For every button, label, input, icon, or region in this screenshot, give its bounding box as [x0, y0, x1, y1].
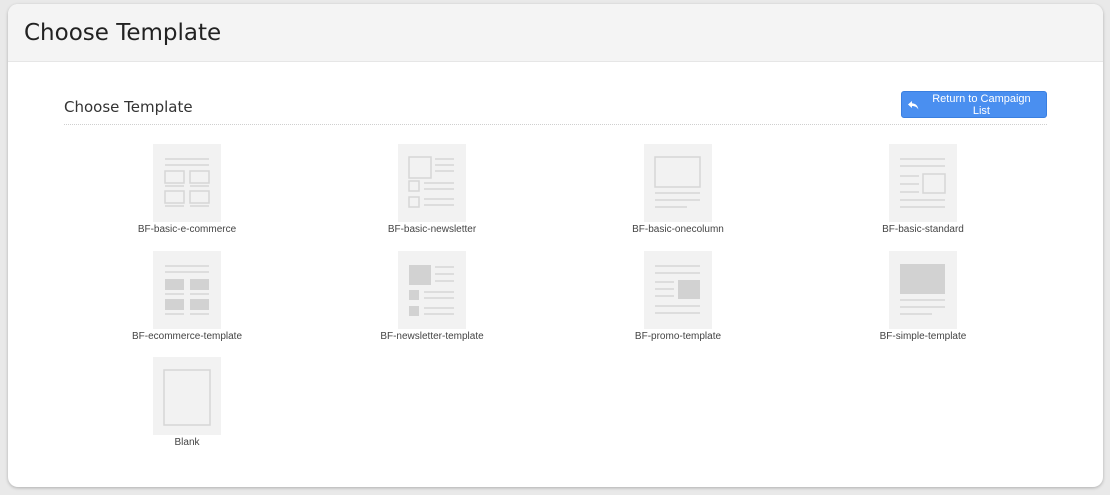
- template-label: BF-basic-e-commerce: [137, 224, 237, 235]
- newsletter-filled-layout-icon: [398, 251, 466, 329]
- template-label: BF-basic-newsletter: [387, 224, 477, 235]
- simple-layout-icon: [889, 251, 957, 329]
- template-label: Blank: [174, 437, 200, 448]
- template-label: BF-basic-standard: [882, 224, 964, 235]
- template-item-bf-basic-e-commerce[interactable]: BF-basic-e-commerce: [87, 144, 287, 235]
- e-commerce-layout-icon: [153, 144, 221, 222]
- template-label: BF-basic-onecolumn: [632, 224, 724, 235]
- template-item-bf-basic-newsletter[interactable]: BF-basic-newsletter: [332, 144, 532, 235]
- onecolumn-layout-icon: [644, 144, 712, 222]
- template-label: BF-newsletter-template: [380, 331, 484, 342]
- template-item-bf-promo-template[interactable]: BF-promo-template: [578, 251, 778, 342]
- newsletter-layout-icon: [398, 144, 466, 222]
- section-divider: [64, 124, 1047, 125]
- template-item-blank[interactable]: Blank: [87, 357, 287, 448]
- template-item-bf-basic-onecolumn[interactable]: BF-basic-onecolumn: [578, 144, 778, 235]
- reply-arrow-icon: [908, 100, 919, 109]
- return-to-campaign-list-button[interactable]: Return to Campaign List: [901, 91, 1047, 118]
- blank-layout-icon: [153, 357, 221, 435]
- template-item-bf-basic-standard[interactable]: BF-basic-standard: [823, 144, 1023, 235]
- template-item-bf-ecommerce-template[interactable]: BF-ecommerce-template: [87, 251, 287, 342]
- template-item-bf-simple-template[interactable]: BF-simple-template: [823, 251, 1023, 342]
- return-button-label: Return to Campaign List: [932, 92, 1031, 117]
- choose-template-card: Choose Template Choose Template Return t…: [8, 4, 1103, 487]
- standard-layout-icon: [889, 144, 957, 222]
- card-header: Choose Template: [8, 4, 1103, 62]
- template-label: BF-simple-template: [879, 331, 967, 342]
- template-label: BF-ecommerce-template: [131, 331, 243, 342]
- template-label: BF-promo-template: [634, 331, 722, 342]
- page-title: Choose Template: [24, 20, 222, 46]
- ecommerce-filled-layout-icon: [153, 251, 221, 329]
- template-item-bf-newsletter-template[interactable]: BF-newsletter-template: [332, 251, 532, 342]
- section-title: Choose Template: [64, 98, 193, 116]
- promo-layout-icon: [644, 251, 712, 329]
